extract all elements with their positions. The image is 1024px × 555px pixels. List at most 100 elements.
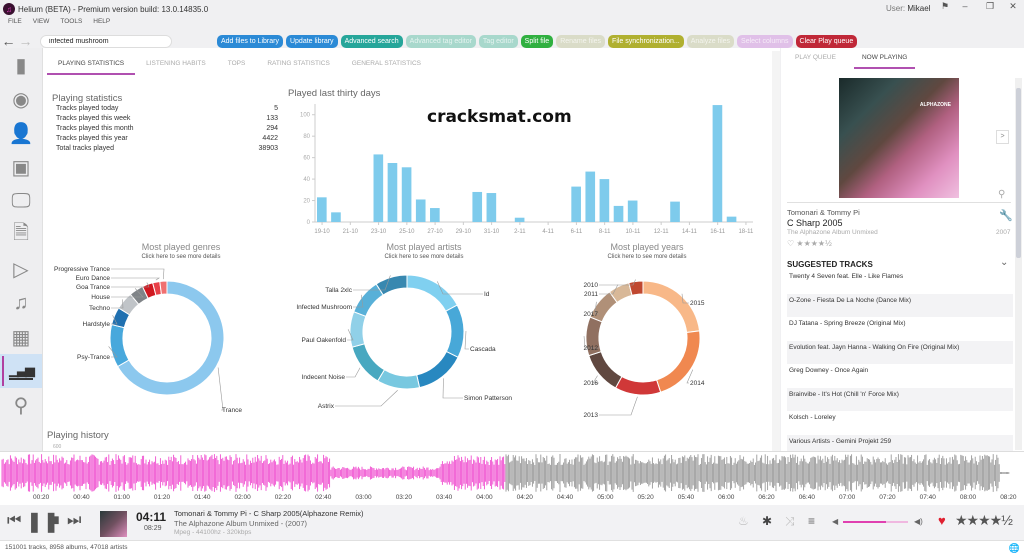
suggested-track[interactable]: Brainvibe - It's Hot (Chill 'n' Force Mi… <box>787 387 1013 411</box>
bar-9-11[interactable] <box>613 205 624 222</box>
most-played-years-chart[interactable]: 2015 2014 2013 2016 2012 2017 2011 2010 <box>553 260 773 425</box>
bar-24-10[interactable] <box>387 163 398 222</box>
tab-tops[interactable]: TOPS <box>217 57 257 75</box>
player-album-cover[interactable] <box>100 511 127 537</box>
slice-id[interactable] <box>406 274 458 312</box>
suggested-track[interactable]: Evolution feat. Jayn Hanna - Walking On … <box>787 340 1013 364</box>
toolbar-button-add-files-to-library[interactable]: Add files to Library <box>217 34 283 48</box>
slice-paul-oakenfold[interactable] <box>349 311 367 348</box>
slice-indecent-noise[interactable] <box>351 343 386 382</box>
sidebar-item-statistics[interactable]: ▁▃▅ <box>0 354 42 388</box>
main-scrollbar[interactable] <box>772 51 780 451</box>
most-played-genres-chart[interactable]: Trance Psy-Trance Hardstyle Techno House Goa … <box>43 260 293 425</box>
next-cover-button[interactable]: > <box>996 130 1009 144</box>
previous-icon[interactable]: ⏮ <box>7 512 21 530</box>
toolbar-button-split-file[interactable]: Split file <box>520 34 554 48</box>
sidebar-item-contacts[interactable]: ▣ <box>0 150 42 184</box>
tab-listening-habits[interactable]: LISTENING HABITS <box>135 57 217 75</box>
slice-simon-patterson[interactable] <box>416 350 459 389</box>
flag-icon[interactable]: ⚑ <box>938 1 952 12</box>
toolbar-button-select-columns[interactable]: Select columns <box>737 34 793 48</box>
search-input[interactable] <box>40 34 172 48</box>
bar-13-11[interactable] <box>670 201 680 222</box>
sidebar-item-calendar[interactable]: ▦ <box>0 320 42 354</box>
bar-2-11[interactable] <box>514 217 525 222</box>
shuffle-icon[interactable]: ⤨ <box>785 514 795 529</box>
menu-view[interactable]: VIEW <box>33 18 50 30</box>
volume-low-icon[interactable]: ◀ <box>832 517 838 526</box>
bar-6-11[interactable] <box>571 186 581 222</box>
user-indicator[interactable]: User: Mikael <box>886 4 930 13</box>
asterisk-icon[interactable]: ✱ <box>762 514 772 528</box>
toolbar-button-advanced-tag-editor[interactable]: Advanced tag editor <box>405 34 476 48</box>
heart-icon[interactable]: ♥ <box>938 513 946 528</box>
close-button[interactable]: ✕ <box>1006 1 1020 12</box>
slice-progressive-trance[interactable] <box>159 280 168 295</box>
slice-2013[interactable] <box>614 375 662 396</box>
toolbar-button-clear-play-queue[interactable]: Clear Play queue <box>795 34 858 48</box>
suggested-track[interactable]: Twenty 4 Seven feat. Elle - Like Flames <box>787 270 1013 294</box>
toolbar-button-file-synchronization[interactable]: File synchronization... <box>608 34 684 48</box>
suggested-track[interactable]: Kolsch - Loreley <box>787 411 1013 435</box>
menu-help[interactable]: HELP <box>93 18 110 30</box>
bar-16-11[interactable] <box>712 105 723 222</box>
bar-17-11[interactable] <box>726 216 737 222</box>
right-scrollbar[interactable] <box>1015 78 1022 450</box>
bar-20-10[interactable] <box>331 212 341 222</box>
fire-icon[interactable]: ♨ <box>738 514 749 528</box>
tab-play-queue[interactable]: PLAY QUEUE <box>791 52 840 69</box>
player-rating[interactable]: ★★★★½ <box>955 512 1013 529</box>
globe-icon[interactable]: 🌐 <box>1009 543 1020 554</box>
menu-file[interactable]: FILE <box>8 18 22 30</box>
bar-27-10[interactable] <box>430 208 440 222</box>
bar-23-10[interactable] <box>373 154 384 222</box>
sidebar-item-monitor[interactable]: 🖵 <box>0 184 42 218</box>
waveform-graphic[interactable] <box>0 452 1024 494</box>
back-arrow-icon[interactable]: ← <box>0 33 17 49</box>
queue-list-icon[interactable]: ≡ <box>808 514 815 528</box>
sidebar-item-album[interactable]: ◉ <box>0 82 42 116</box>
tab-general-statistics[interactable]: GENERAL STATISTICS <box>341 57 432 75</box>
chevron-down-icon[interactable]: ⌄ <box>1000 257 1008 268</box>
bar-26-10[interactable] <box>415 199 426 222</box>
bar-19-10[interactable] <box>317 197 327 222</box>
toolbar-button-rename-files[interactable]: Rename files <box>556 34 606 48</box>
album-cover[interactable]: ALPHAZONE <box>839 78 959 198</box>
next-icon[interactable]: ⏭ <box>67 512 81 530</box>
volume-slider[interactable] <box>843 521 908 523</box>
tab-rating-statistics[interactable]: RATING STATISTICS <box>256 57 340 75</box>
toolbar-button-tag-editor[interactable]: Tag editor <box>478 34 518 48</box>
suggested-track[interactable]: O-Zone - Fiesta De La Noche (Dance Mix) <box>787 293 1013 317</box>
toolbar-button-analyze-files[interactable]: Analyze files <box>686 34 735 48</box>
stop-icon[interactable]: ■ <box>50 512 60 530</box>
bar-30-10[interactable] <box>472 191 483 222</box>
zoom-icon[interactable]: ⚲ <box>998 189 1005 200</box>
sidebar-item-artist[interactable]: 👤 <box>0 116 42 150</box>
wrench-icon[interactable]: 🔧 <box>999 209 1013 222</box>
toolbar-button-advanced-search[interactable]: Advanced search <box>340 34 403 48</box>
forward-arrow-icon[interactable]: → <box>17 33 34 49</box>
slice-astrix[interactable] <box>377 369 421 390</box>
slice-talla-2xlc[interactable] <box>375 274 408 296</box>
suggested-track[interactable]: DJ Tatana - Spring Breeze (Original Mix) <box>787 317 1013 341</box>
years-chart-title[interactable]: Most played years <box>547 242 747 252</box>
bar-7-11[interactable] <box>585 171 596 222</box>
genres-chart-title[interactable]: Most played genres <box>81 242 281 252</box>
tab-playing-statistics[interactable]: PLAYING STATISTICS <box>47 57 136 75</box>
menu-tools[interactable]: TOOLS <box>60 18 82 30</box>
sidebar-item-video-file[interactable]: ▷ <box>0 252 42 286</box>
waveform-seekbar[interactable]: 00:20 00:40 01:00 01:20 01:40 02:00 02:20 02:40… <box>0 451 1024 505</box>
volume-high-icon[interactable]: ◀) <box>914 517 923 526</box>
minimize-button[interactable]: – <box>958 1 972 11</box>
bar-25-10[interactable] <box>401 167 412 222</box>
tab-now-playing[interactable]: NOW PLAYING <box>853 52 916 69</box>
suggested-track[interactable]: Greg Downey - Once Again <box>787 364 1013 388</box>
sidebar-item-library[interactable]: ▮ <box>0 48 42 82</box>
sidebar-item-music-note[interactable]: ♫ <box>0 286 42 320</box>
sidebar-item-search[interactable]: ⚲ <box>0 388 42 422</box>
slice-psy-trance[interactable] <box>109 323 130 368</box>
bar-8-11[interactable] <box>599 179 610 222</box>
artists-chart-title[interactable]: Most played artists <box>324 242 524 252</box>
sidebar-item-document[interactable]: 🗎 <box>0 218 42 252</box>
restore-button[interactable]: ❐ <box>983 1 997 12</box>
